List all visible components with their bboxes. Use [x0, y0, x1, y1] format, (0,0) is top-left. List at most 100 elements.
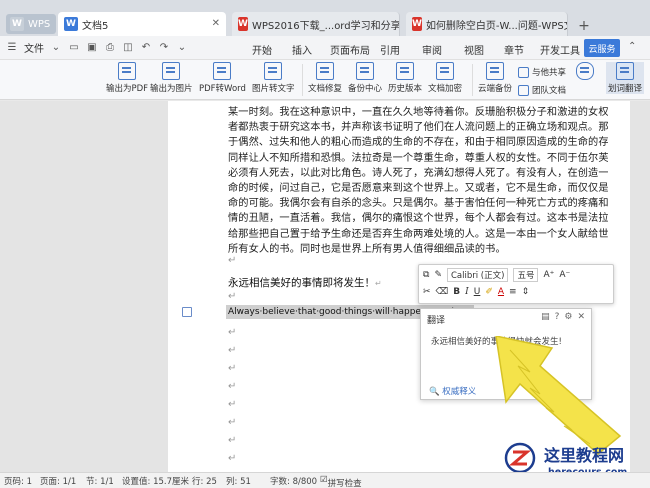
lock-icon [436, 62, 454, 80]
paragraph-mark: ↵ [228, 291, 237, 302]
paragraph-line: 情的丑陋，一直活着。我信，偶尔的痛恨这个世界，每个人都会有过。这本书是法拉奇献 [228, 213, 608, 225]
heading-line[interactable]: 永远相信美好的事情即将发生！↵ [228, 275, 382, 290]
tab-wps-home[interactable]: W WPS [6, 14, 56, 34]
help-icon[interactable]: ? [555, 312, 560, 322]
clear-format-icon[interactable]: ⌫ [436, 287, 449, 297]
menu-view[interactable]: 视图 [464, 42, 484, 57]
menu-cloud-service[interactable]: 云服务 [584, 39, 620, 57]
voice-dictation-button[interactable]: 语音 [576, 62, 594, 94]
paragraph-mark: ↵ [228, 255, 237, 266]
backup-center-button[interactable]: 备份中心 [348, 62, 382, 94]
share-icon [518, 66, 529, 78]
paragraph-line: 命的时候，问过自己，它是否愿意来到这个世界上。又或者，它不是生命，而仅仅是一种生 [228, 183, 608, 195]
annotation-arrow [495, 336, 622, 455]
microphone-icon [576, 62, 594, 80]
print-icon[interactable]: ⎙ [104, 42, 116, 54]
cloud-backup-button[interactable]: 云端备份 [478, 62, 512, 94]
status-setting-value: 设置值: 15.7厘米 [122, 477, 189, 487]
paragraph-line: 同样让人不知所措和恐惧。法拉奇是一个尊重生命，尊重人权的女性。不同于伍尔芙，作品… [228, 152, 608, 164]
status-spellcheck[interactable]: ☑ 拼写检查 [320, 475, 362, 488]
menu-home[interactable]: 开始 [252, 42, 272, 57]
image-to-text-button[interactable]: 图片转文字 [252, 62, 295, 94]
history-version-button[interactable]: 历史版本 [388, 62, 422, 94]
more-icon[interactable]: ⌄ [176, 42, 188, 54]
share-with-button[interactable]: 与他共享 [518, 66, 566, 78]
bold-button[interactable]: B [453, 287, 460, 297]
team-doc-button[interactable]: 团队文档 [518, 84, 566, 96]
cloud-icon [486, 62, 504, 80]
preview-icon[interactable]: ◫ [122, 42, 134, 54]
hamburger-menu-icon[interactable]: ☰ [6, 42, 18, 54]
close-tab-icon[interactable]: ✕ [212, 18, 220, 29]
menu-page-layout[interactable]: 页面布局 [330, 42, 370, 57]
pdf-icon [118, 62, 137, 80]
redo-icon[interactable]: ↷ [158, 42, 170, 54]
doc-repair-button[interactable]: 文档修复 [308, 62, 342, 94]
expand-ribbon-icon[interactable]: ⌃ [628, 41, 636, 52]
shrink-font-icon[interactable]: A⁻ [559, 270, 570, 280]
status-section: 节: 1/1 [86, 477, 114, 487]
file-menu[interactable]: 文件 [24, 40, 44, 55]
word-translate-button[interactable]: 划词翻译 [606, 62, 645, 94]
status-word-count[interactable]: 字数: 8/800 [270, 475, 317, 487]
grow-font-icon[interactable]: A⁺ [543, 270, 554, 280]
paragraph-mark: ↵ [228, 381, 237, 392]
menu-developer[interactable]: 开发工具 [540, 42, 580, 57]
open-folder-icon[interactable]: ▭ [68, 42, 80, 54]
paragraph-mark: ↵ [228, 327, 237, 338]
tab-document[interactable]: W 文档5 ✕ [58, 12, 226, 36]
undo-icon[interactable]: ↶ [140, 42, 152, 54]
menu-references[interactable]: 引用 [380, 42, 400, 57]
status-pages: 页面: 1/1 [40, 477, 77, 487]
paragraph-mark: ↵ [228, 417, 237, 428]
menu-insert[interactable]: 插入 [292, 42, 312, 57]
paragraph-line: 者都热衷于研究这本书，并声称该书证明了他们在人流问题上的正确立场和观点。那种由 [228, 122, 608, 134]
tab-bar: W WPS W 文档5 ✕ W WPS2016下载_...ord学习和分享平台 … [0, 0, 650, 36]
export-image-button[interactable]: 输出为图片 [150, 62, 193, 94]
authoritative-definition-link[interactable]: 🔍 权威释义 [429, 385, 476, 397]
paragraph-line: 于偶然、过失和他人的粗心而造成的生命的不存在，和由于相同原因造成的生命的存在， [228, 137, 608, 149]
tab-document-label: 文档5 [82, 20, 109, 32]
floating-format-toolbar: ⧉ ✎ Calibri (正文) 五号 A⁺ A⁻ ✂ ⌫ B I U ✐ A … [418, 264, 614, 304]
status-bar: 页码: 1 页面: 1/1 节: 1/1 设置值: 15.7厘米 行: 25 列… [0, 472, 650, 488]
cut-icon[interactable]: ✂ [423, 287, 431, 297]
paragraph-layout-icon[interactable] [182, 307, 192, 317]
settings-icon[interactable]: ⚙ [564, 312, 572, 322]
menu-bar: ☰ 文件 ⌄ ▭ ▣ ⎙ ◫ ↶ ↷ ⌄ 开始 插入 页面布局 引用 审阅 视图… [0, 36, 650, 60]
close-icon[interactable]: ✕ [577, 312, 585, 322]
align-icon[interactable]: ≡ [509, 287, 517, 297]
paragraph-line: 命的可能。我偶尔会有自杀的念头。只是偶尔。基于害怕任何一种死亡方式的疼痛和死亡表 [228, 198, 608, 210]
tab-browser-2[interactable]: W 如何删除空白页-W...问题-WPS文字- [406, 12, 568, 36]
pdf-to-word-button[interactable]: PDF转Word [199, 62, 246, 94]
copy-result-icon[interactable]: ▤ [541, 312, 550, 322]
paragraph-line: 某一时刻。我在这种意识中，一直在久久地等待着你。反珊胎积极分子和激进的女权主义 [228, 107, 608, 118]
image-icon [162, 62, 181, 80]
tab-browser-2-label: 如何删除空白页-W...问题-WPS文字- [425, 20, 567, 32]
chevron-down-icon[interactable]: ⌄ [50, 42, 62, 54]
wps-web-icon: W [412, 17, 422, 31]
status-column: 列: 51 [226, 477, 251, 487]
body-paragraph[interactable]: 某一时刻。我在这种意识中，一直在久久地等待着你。反珊胎积极分子和激进的女权主义者… [228, 105, 608, 257]
italic-button[interactable]: I [465, 287, 469, 297]
doc-encrypt-button[interactable]: 文档加密 [428, 62, 462, 94]
wps-logo-icon: W [10, 17, 24, 31]
font-color-icon[interactable]: A [498, 287, 504, 297]
font-size-select[interactable]: 五号 [513, 268, 539, 282]
team-icon [518, 84, 529, 96]
copy-icon[interactable]: ⧉ [423, 270, 429, 280]
history-icon [396, 62, 414, 80]
backup-icon [356, 62, 374, 80]
export-pdf-button[interactable]: 输出为PDF [106, 62, 148, 94]
menu-review[interactable]: 审阅 [422, 42, 442, 57]
new-tab-button[interactable]: + [574, 14, 594, 38]
underline-button[interactable]: U [474, 287, 481, 297]
wps-web-icon: W [238, 17, 248, 31]
format-painter-icon[interactable]: ✎ [434, 270, 442, 280]
tab-browser-1[interactable]: W WPS2016下载_...ord学习和分享平台 [232, 12, 400, 36]
menu-sections[interactable]: 章节 [504, 42, 524, 57]
font-family-select[interactable]: Calibri (正文) [446, 268, 509, 282]
status-row: 行: 25 [192, 477, 217, 487]
save-icon[interactable]: ▣ [86, 42, 98, 54]
highlight-icon[interactable]: ✐ [485, 287, 493, 297]
line-spacing-icon[interactable]: ⇕ [522, 287, 530, 297]
